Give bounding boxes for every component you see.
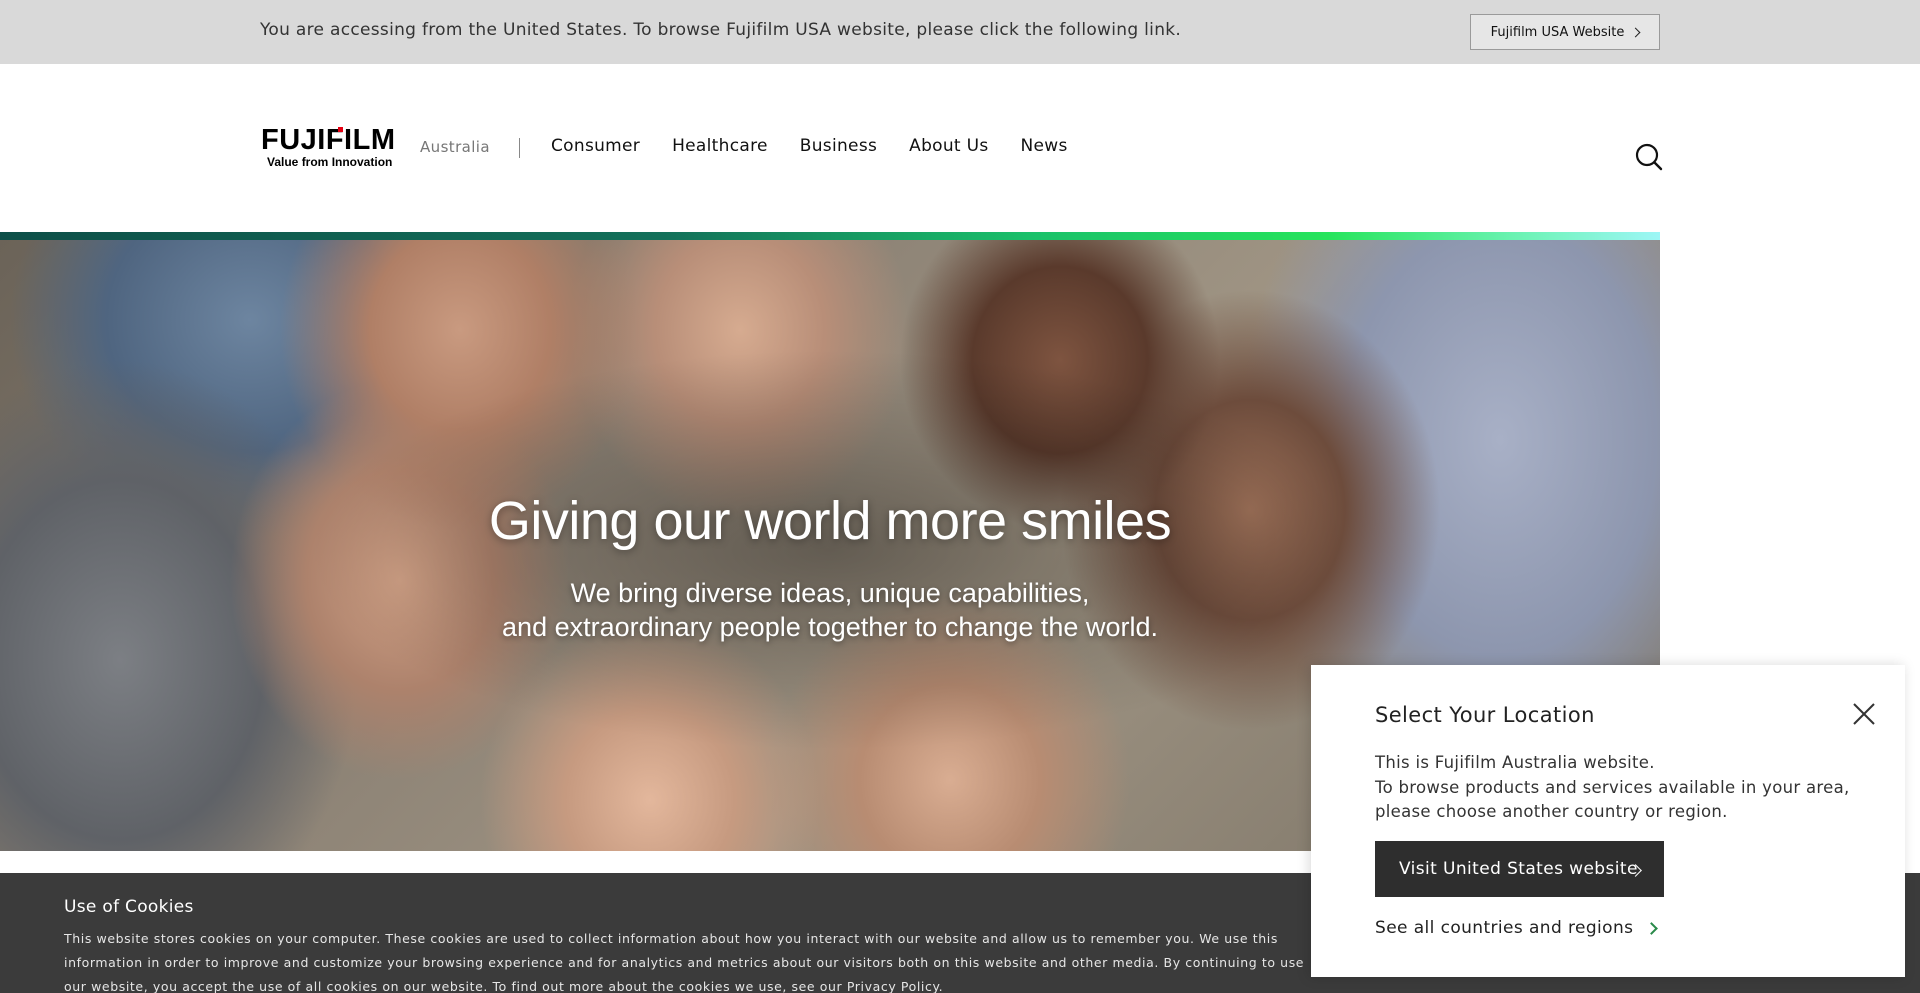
close-icon[interactable]	[1851, 701, 1877, 727]
see-all-countries-label: See all countries and regions	[1375, 918, 1634, 938]
location-popup-line1: This is Fujifilm Australia website.	[1375, 753, 1655, 772]
header-divider	[519, 138, 520, 158]
location-popup-line2: To browse products and services availabl…	[1375, 777, 1850, 797]
brand-gradient-line	[0, 232, 1660, 240]
nav-item-healthcare[interactable]: Healthcare	[672, 136, 768, 156]
fujifilm-logo[interactable]: FUJIFILM Value from Innovation	[261, 124, 403, 170]
location-popup-body: This is Fujifilm Australia website. To b…	[1375, 751, 1895, 825]
location-popup-title: Select Your Location	[1375, 703, 1595, 727]
fujifilm-usa-website-button[interactable]: Fujifilm USA Website	[1470, 14, 1660, 50]
region-notice-text: You are accessing from the United States…	[260, 20, 1182, 40]
location-popup: Select Your Location This is Fujifilm Au…	[1311, 665, 1905, 977]
hero-subtitle-line2: and extraordinary people together to cha…	[502, 612, 1158, 642]
see-all-countries-link[interactable]: See all countries and regions	[1375, 918, 1659, 938]
nav-item-consumer[interactable]: Consumer	[551, 136, 640, 156]
logo-tagline: Value from Innovation	[267, 155, 393, 169]
cookie-text: This website stores cookies on your comp…	[64, 931, 1305, 993]
visit-us-website-button[interactable]: Visit United States website	[1375, 841, 1664, 897]
hero-subtitle-line1: We bring diverse ideas, unique capabilit…	[570, 578, 1090, 608]
logo-wordmark: FUJIFILM	[261, 124, 396, 156]
nav-item-about-us[interactable]: About Us	[909, 136, 988, 156]
region-notice-bar: You are accessing from the United States…	[0, 0, 1920, 64]
nav-item-business[interactable]: Business	[800, 136, 877, 156]
cookie-title: Use of Cookies	[64, 897, 194, 917]
logo-red-dot	[338, 127, 343, 132]
hero-subtitle: We bring diverse ideas, unique capabilit…	[0, 576, 1660, 644]
visit-us-website-label: Visit United States website	[1399, 859, 1638, 879]
location-popup-line3: please choose another country or region.	[1375, 802, 1728, 821]
hero-title: Giving our world more smiles	[488, 491, 1172, 551]
search-icon[interactable]	[1634, 142, 1664, 172]
chevron-right-icon	[1630, 27, 1641, 38]
chevron-right-icon	[1645, 921, 1659, 935]
region-label: Australia	[420, 138, 490, 156]
site-header: FUJIFILM Value from Innovation Australia…	[0, 64, 1920, 232]
main-nav: Consumer Healthcare Business About Us Ne…	[551, 136, 1068, 156]
fujifilm-usa-website-label: Fujifilm USA Website	[1490, 24, 1625, 40]
nav-item-news[interactable]: News	[1021, 136, 1068, 156]
